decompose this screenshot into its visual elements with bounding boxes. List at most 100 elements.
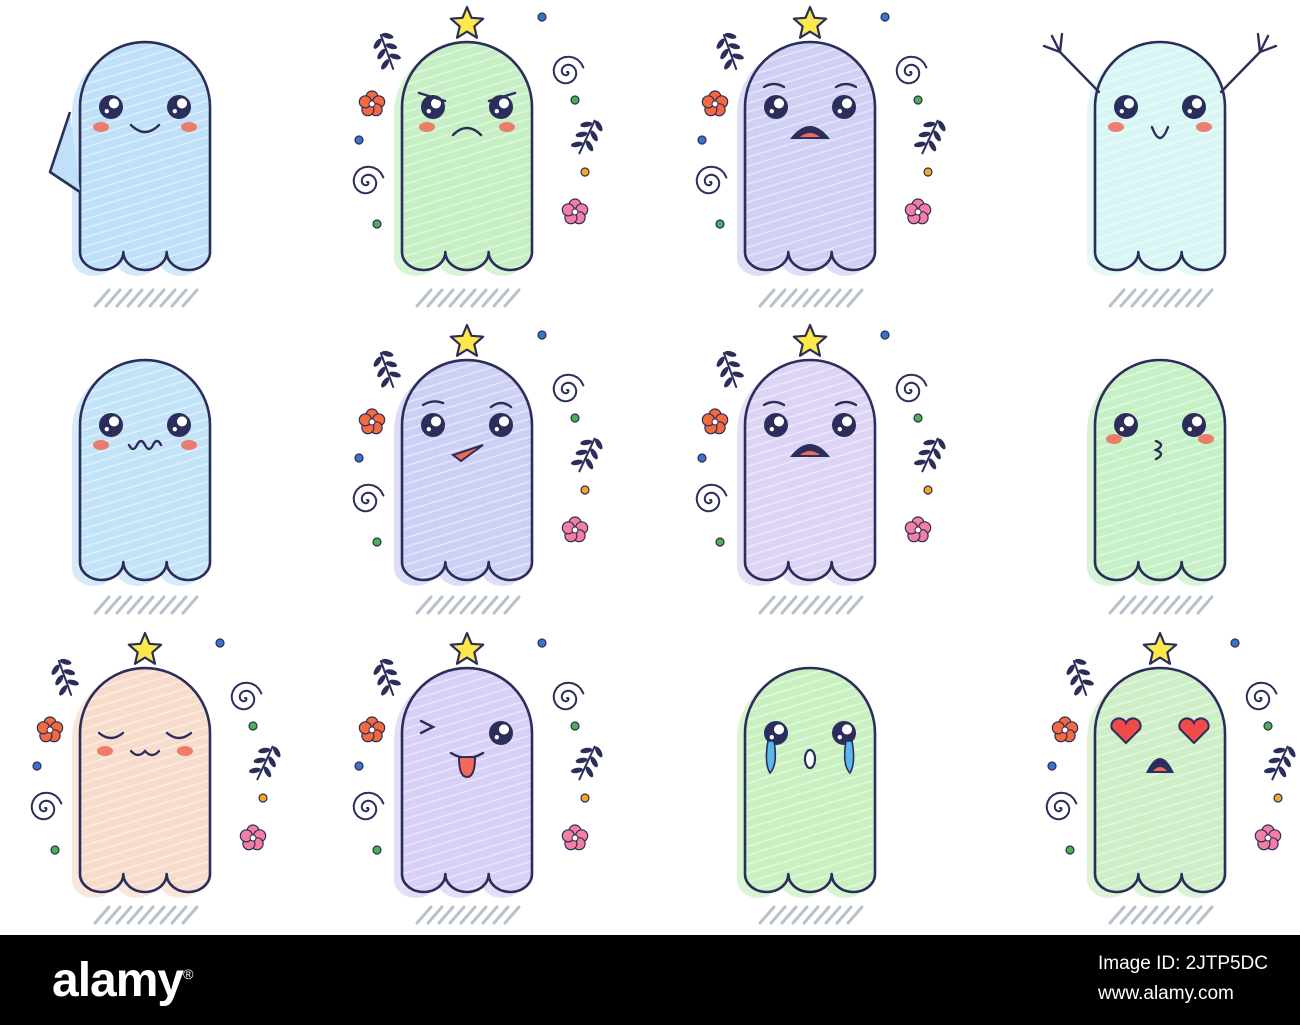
tear-icon [765,740,777,775]
flower-icon [701,408,729,435]
swirl-icon [230,681,263,711]
leaf-sprig-icon [716,350,744,388]
ghost-smile-waving [48,40,212,277]
blush-mark [419,122,435,132]
dot-icon [1263,721,1273,731]
eye-icon [489,413,513,437]
raised-arm-left [1042,32,1101,94]
dot-icon [50,845,60,855]
flower-icon [561,824,589,851]
ghost-shadow [93,288,199,308]
star-icon [792,5,828,39]
eye-icon [832,413,856,437]
ghost-happy-arms-up [1042,32,1278,277]
flower-icon [904,516,932,543]
dot-icon [537,330,547,340]
leaf-sprig-icon [716,32,744,70]
dot-icon [1273,793,1283,803]
swirl-icon [552,681,585,711]
ghost-shadow [1108,905,1214,925]
dot-icon [880,330,890,340]
eye-icon [489,721,513,745]
eye-icon [421,413,445,437]
star-icon [127,631,163,665]
eye-icon [764,413,788,437]
leaf-sprig-icon [913,119,946,155]
leaf-sprig-icon [570,437,603,473]
ghost-shadow [758,595,864,615]
flower-icon [1051,716,1079,743]
blush-mark [1198,434,1214,444]
leaf-sprig-icon [373,350,401,388]
blush-mark [93,122,109,132]
flower-icon [358,716,386,743]
leaf-sprig-icon [248,745,281,781]
flower-icon [36,716,64,743]
flower-icon [561,516,589,543]
ghost-kiss [1087,358,1227,586]
dot-icon [354,135,364,145]
star-icon [449,5,485,39]
ghost-shadow [93,905,199,925]
eye-icon [421,95,445,119]
ghost-shadow [1108,288,1214,308]
watermark-logo: alamy® [52,954,193,1007]
dot-icon [215,638,225,648]
swirl-icon [895,55,928,85]
dot-icon [537,638,547,648]
dot-icon [580,793,590,803]
blush-mark [1196,122,1212,132]
ghost-sticker-sheet [0,0,1300,935]
dot-icon [580,167,590,177]
dot-icon [570,413,580,423]
scribble-fill [1095,360,1225,580]
leaf-sprig-icon [373,32,401,70]
eye-icon [99,95,123,119]
star-icon [792,323,828,357]
swirl-icon [1245,681,1278,711]
ghost-shadow [758,288,864,308]
dot-icon [580,485,590,495]
dot-icon [248,721,258,731]
watermark-bar: alamy® Image ID: 2JTP5DC www.alamy.com [0,935,1300,1025]
flower-icon [358,90,386,117]
swirl-icon [30,791,63,821]
dot-icon [1230,638,1240,648]
ghost-shadow [758,905,864,925]
ghost-shadow [415,905,521,925]
flower-icon [1254,824,1282,851]
leaf-sprig-icon [51,658,79,696]
blush-mark [181,440,197,450]
leaf-sprig-icon [1263,745,1296,781]
blush-mark [93,440,109,450]
scribble-fill [80,360,210,580]
dot-icon [372,219,382,229]
blush-mark [499,122,515,132]
ghost-illustration [30,5,1296,925]
star-icon [1142,631,1178,665]
dot-icon [258,793,268,803]
dot-icon [537,12,547,22]
blush-mark [97,746,113,756]
eye-icon [1114,413,1138,437]
eye-icon [99,413,123,437]
eye-icon [1182,95,1206,119]
star-icon [449,323,485,357]
leaf-sprig-icon [373,658,401,696]
eye-icon [764,95,788,119]
dot-icon [923,167,933,177]
leaf-sprig-icon [570,119,603,155]
flower-icon [358,408,386,435]
raised-arm-right [1219,32,1278,94]
dot-icon [715,219,725,229]
eye-icon [1114,95,1138,119]
blush-mark [1106,434,1122,444]
blush-mark [181,122,197,132]
eye-icon [489,95,513,119]
dot-icon [372,537,382,547]
dot-icon [923,485,933,495]
tear-icon [843,740,855,775]
flower-icon [904,198,932,225]
dot-icon [880,12,890,22]
flower-icon [561,198,589,225]
